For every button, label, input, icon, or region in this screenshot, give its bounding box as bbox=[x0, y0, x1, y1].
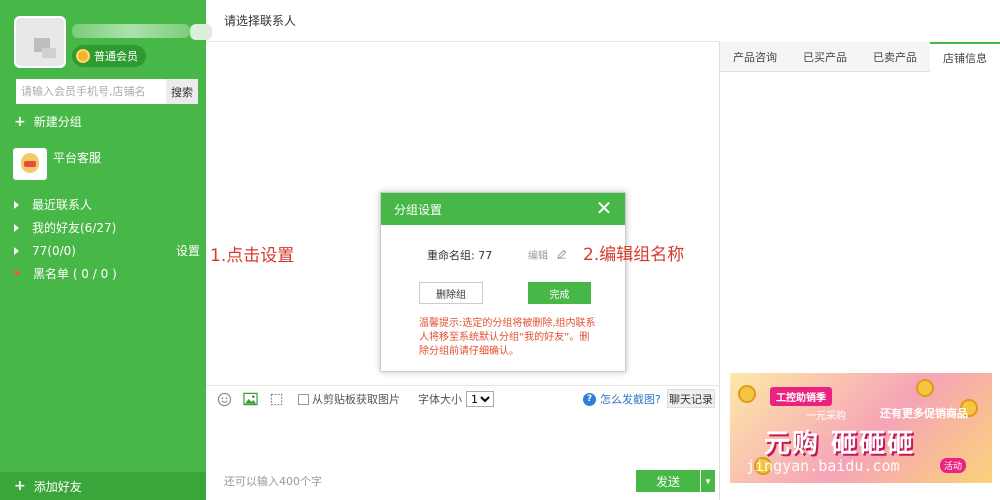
tab-product-inquiry[interactable]: 产品咨询 bbox=[720, 42, 790, 72]
paste-from-clipboard-checkbox[interactable]: 从剪贴板获取图片 bbox=[298, 391, 400, 407]
dialog-header: 分组设置 ✕ bbox=[381, 193, 625, 225]
plus-icon: + bbox=[14, 113, 26, 130]
username-blurred bbox=[72, 24, 190, 38]
chat-title: 请选择联系人 bbox=[224, 14, 297, 28]
new-group-label: 新建分组 bbox=[33, 115, 82, 129]
send-button[interactable]: 发送 bbox=[636, 470, 700, 492]
warning-tip: 温馨提示:选定的分组将被删除,组内联系人将移至系统默认分组“我的好友”。删除分组… bbox=[419, 318, 596, 357]
promo-banner[interactable]: 工控助销季 一元采购 还有更多促销商品 元购 砸砸砸 jingyan.baidu… bbox=[730, 373, 992, 483]
group-label: 我的好友(6/27) bbox=[32, 221, 117, 235]
char-remaining: 还可以输入400个字 bbox=[224, 475, 322, 488]
group-settings-link[interactable]: 设置 bbox=[176, 242, 200, 259]
add-friend-label: 添加好友 bbox=[33, 479, 82, 494]
platform-service-contact[interactable]: 平台客服 bbox=[13, 148, 101, 180]
caret-right-icon bbox=[14, 246, 19, 255]
sidebar: 普通会员 搜索 + 新建分组 平台客服 最近联系人 我的好友(6/27) 77(… bbox=[0, 0, 206, 500]
info-tabs: 产品咨询 已买产品 已卖产品 店铺信息 bbox=[720, 42, 1000, 72]
crop-icon[interactable] bbox=[268, 391, 284, 407]
platform-service-label: 平台客服 bbox=[53, 151, 102, 165]
group-label: 最近联系人 bbox=[32, 198, 93, 212]
group-name-value: 77 bbox=[478, 249, 493, 262]
coin-icon bbox=[916, 379, 934, 397]
rename-label: 重命名组: bbox=[427, 249, 475, 262]
user-avatar[interactable] bbox=[14, 16, 66, 68]
group-label: 77(0/0) bbox=[32, 243, 76, 258]
font-size-select[interactable]: 12 bbox=[466, 391, 494, 407]
paste-label: 从剪贴板获取图片 bbox=[312, 393, 400, 406]
promo-sub1: 一元采购 bbox=[806, 411, 846, 422]
new-group-button[interactable]: + 新建分组 bbox=[14, 113, 82, 130]
group-blacklist[interactable]: 黑名单 ( 0 / 0 ) bbox=[12, 262, 202, 285]
search-button[interactable]: 搜索 bbox=[166, 79, 198, 104]
promo-sub2: 还有更多促销商品 bbox=[880, 407, 968, 420]
promo-tag: 工控助销季 bbox=[770, 387, 832, 406]
tab-sold[interactable]: 已卖产品 bbox=[860, 42, 930, 72]
search-input[interactable] bbox=[16, 79, 166, 104]
group-label: 黑名单 ( 0 / 0 ) bbox=[33, 267, 117, 281]
plus-icon: + bbox=[14, 478, 26, 494]
edit-label: 编辑 bbox=[528, 251, 548, 262]
smiley-icon[interactable] bbox=[216, 391, 232, 407]
font-size-control: 字体大小 12 bbox=[418, 391, 494, 407]
member-level: 普通会员 bbox=[94, 50, 138, 63]
send-options-chevron-down-icon[interactable]: ▼ bbox=[701, 470, 715, 492]
edit-group-name[interactable]: 编辑 bbox=[528, 247, 567, 262]
help-icon: ? bbox=[583, 392, 596, 406]
done-button[interactable]: 完成 bbox=[528, 282, 591, 304]
chat-header: 请选择联系人 bbox=[206, 0, 720, 42]
group-77[interactable]: 77(0/0) 设置 bbox=[12, 239, 202, 262]
caret-right-icon bbox=[14, 200, 19, 209]
chat-history-button[interactable]: 聊天记录 bbox=[667, 389, 715, 408]
tab-purchased[interactable]: 已买产品 bbox=[790, 42, 860, 72]
caret-right-icon bbox=[14, 223, 19, 232]
medal-icon bbox=[76, 49, 90, 63]
contact-groups: 最近联系人 我的好友(6/27) 77(0/0) 设置 黑名单 ( 0 / 0 … bbox=[12, 193, 202, 285]
watermark: jingyan.baidu.com bbox=[746, 457, 900, 475]
how-to-screenshot-link[interactable]: ? 怎么发截图? bbox=[583, 391, 661, 407]
promo-badge: 活动 bbox=[939, 458, 966, 473]
coin-icon bbox=[738, 385, 756, 403]
delete-group-button[interactable]: 删除组 bbox=[419, 282, 483, 304]
add-friend-button[interactable]: + 添加好友 bbox=[0, 472, 206, 500]
group-settings-dialog: 分组设置 ✕ 重命名组: 77 编辑 删除组 完成 温馨提示:选定的分组将被删除… bbox=[380, 192, 626, 372]
annotation-step1: 1.点击设置 bbox=[210, 246, 295, 266]
search-box: 搜索 bbox=[16, 79, 198, 104]
tab-shop-info[interactable]: 店铺信息 bbox=[930, 42, 1000, 72]
how-to-label: 怎么发截图? bbox=[600, 393, 661, 406]
promo-headline: 元购 砸砸砸 bbox=[764, 429, 916, 459]
image-icon[interactable] bbox=[242, 391, 258, 407]
member-badge: 普通会员 bbox=[72, 45, 146, 67]
caret-down-icon bbox=[13, 271, 21, 276]
mascot-avatar bbox=[13, 148, 47, 180]
dialog-title: 分组设置 bbox=[394, 202, 443, 217]
close-icon[interactable]: ✕ bbox=[595, 198, 613, 218]
group-my-friends[interactable]: 我的好友(6/27) bbox=[12, 216, 202, 239]
checkbox-box bbox=[298, 393, 309, 405]
rename-row: 重命名组: 77 bbox=[427, 247, 492, 263]
annotation-step2: 2.编辑组名称 bbox=[583, 245, 685, 265]
pencil-icon bbox=[557, 249, 567, 259]
group-recent[interactable]: 最近联系人 bbox=[12, 193, 202, 216]
font-size-label: 字体大小 bbox=[418, 393, 462, 406]
